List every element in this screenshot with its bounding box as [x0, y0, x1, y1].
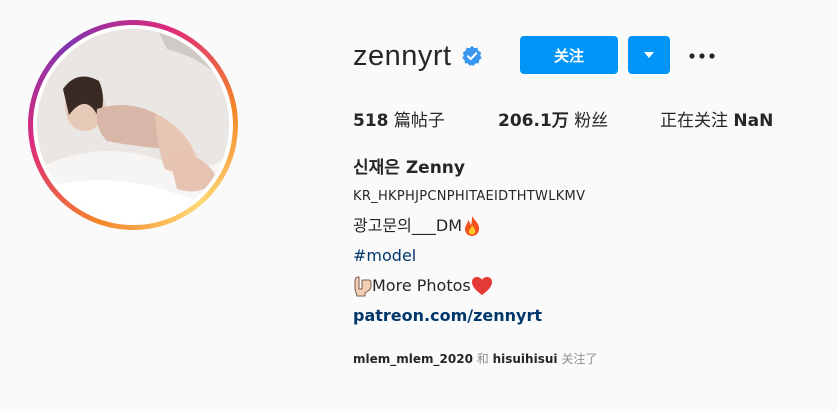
avatar-gap — [33, 25, 233, 225]
fire-emoji-icon — [465, 216, 480, 236]
following-stat[interactable]: 正在关注 NaN — [660, 106, 773, 131]
followed-by-suffix: 关注了 — [561, 352, 598, 366]
username-row: zennyrt — [353, 36, 483, 76]
bio-contact-text: 광고문의___DM — [353, 216, 463, 235]
posts-label: 篇帖子 — [393, 111, 445, 131]
hashtag-model[interactable]: #model — [353, 241, 585, 271]
followers-label: 粉丝 — [574, 111, 609, 131]
bio-line-more-photos: More Photos — [353, 271, 585, 301]
bio-more-photos-text: More Photos — [372, 276, 471, 295]
bio-line-countries: KR_HKPHJPCNPHITAEIDTHTWLKMV — [353, 189, 586, 204]
profile-avatar-ring[interactable] — [28, 20, 238, 230]
followed-by-user-2[interactable]: hisuihisui — [493, 352, 558, 366]
bio-section: 신재은 Zenny KR_HKPHJPCNPHITAEIDTHTWLKMV 광고… — [353, 155, 585, 331]
followers-count: 206.1万 — [498, 111, 569, 131]
avatar-photo — [37, 29, 229, 221]
followed-by-joiner: 和 — [476, 352, 489, 366]
full-name: 신재은 Zenny — [353, 158, 465, 178]
posts-stat: 518 篇帖子 — [353, 106, 445, 131]
avatar[interactable] — [37, 29, 229, 221]
more-options-icon — [689, 53, 715, 59]
bio-line-contact: 광고문의___DM — [353, 211, 585, 241]
red-heart-emoji-icon — [471, 277, 492, 295]
followed-by-user-1[interactable]: mlem_mlem_2020 — [353, 352, 473, 366]
external-link[interactable]: patreon.com/zennyrt — [353, 301, 585, 331]
following-count: NaN — [733, 111, 774, 131]
pointing-down-emoji-icon — [354, 276, 372, 297]
username: zennyrt — [353, 40, 452, 72]
following-label: 正在关注 — [660, 111, 728, 131]
followed-by[interactable]: mlem_mlem_2020 和 hisuihisui 关注了 — [353, 350, 597, 367]
follow-button[interactable]: 关注 — [520, 36, 618, 74]
verified-badge-icon — [461, 45, 482, 66]
followers-stat[interactable]: 206.1万 粉丝 — [498, 106, 608, 131]
more-options-button[interactable] — [686, 42, 718, 70]
chevron-down-icon — [644, 52, 654, 58]
suggested-accounts-dropdown-button[interactable] — [628, 36, 670, 74]
posts-count: 518 — [353, 111, 389, 131]
